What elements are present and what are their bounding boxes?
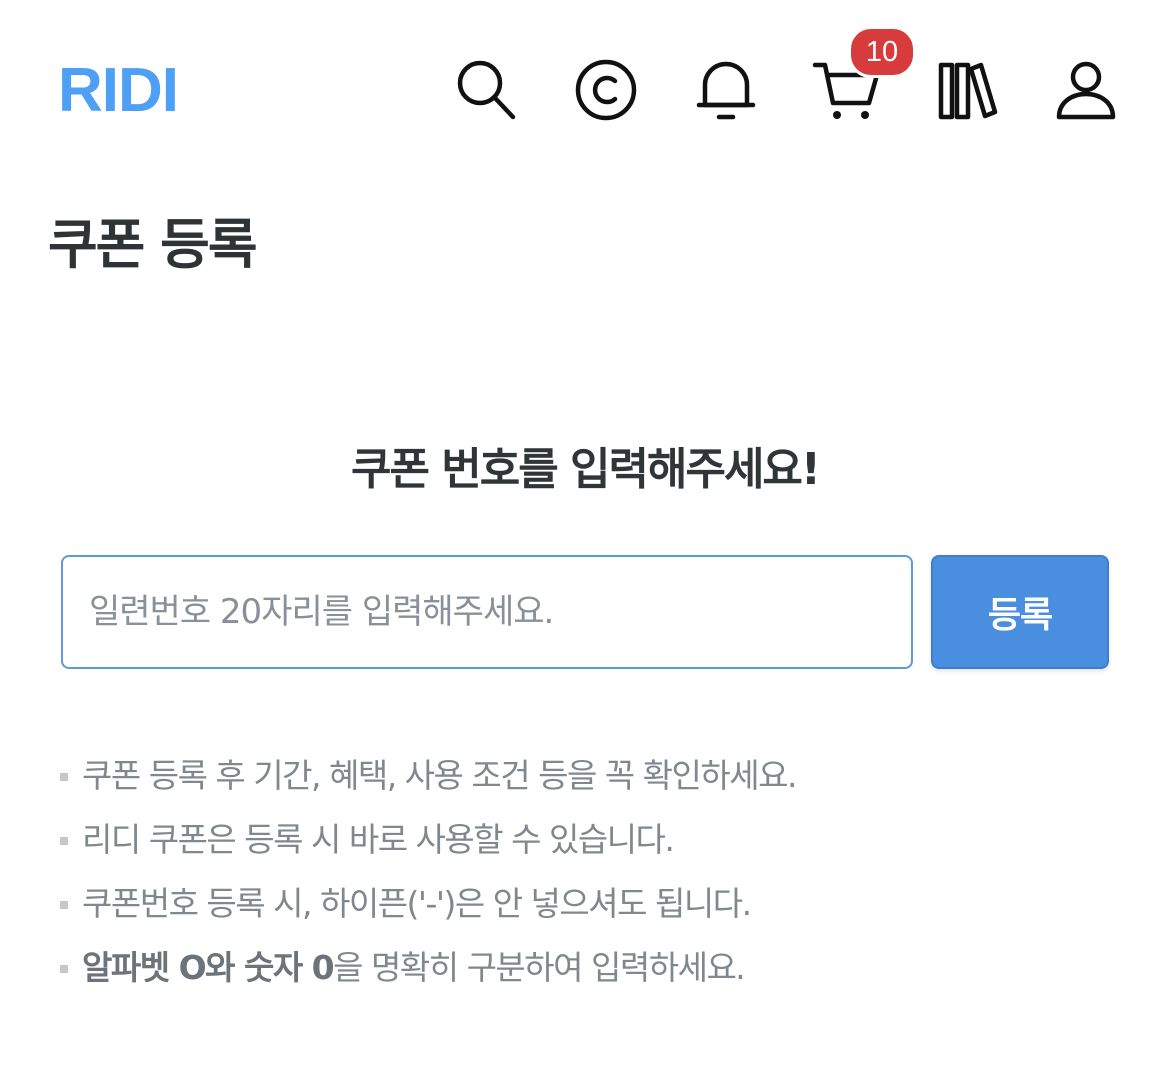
my-account-button[interactable] <box>1048 52 1124 128</box>
note-emphasis: 알파벳 O와 숫자 0 <box>82 948 335 987</box>
library-button[interactable] <box>928 52 1004 128</box>
coupon-notes-list: 쿠폰 등록 후 기간, 혜택, 사용 조건 등을 꼭 확인하세요. 리디 쿠폰은… <box>60 746 1140 1002</box>
user-icon <box>1056 61 1116 120</box>
note-item: 쿠폰 등록 후 기간, 혜택, 사용 조건 등을 꼭 확인하세요. <box>60 746 1140 810</box>
register-button[interactable]: 등록 <box>931 555 1109 669</box>
notification-button[interactable] <box>688 52 764 128</box>
note-text: 쿠폰번호 등록 시, 하이픈('-')은 안 넣으셔도 됩니다. <box>82 884 752 923</box>
note-text: 을 명확히 구분하여 입력하세요. <box>333 948 746 987</box>
note-text: 쿠폰 등록 후 기간, 혜택, 사용 조건 등을 꼭 확인하세요. <box>82 756 797 795</box>
search-button[interactable] <box>448 52 524 128</box>
library-icon <box>938 62 998 120</box>
cash-button[interactable] <box>568 52 644 128</box>
page-title: 쿠폰 등록 <box>48 213 258 276</box>
bullet-icon <box>60 965 68 973</box>
search-icon <box>457 60 516 120</box>
bullet-icon <box>60 837 68 845</box>
coupon-heading: 쿠폰 번호를 입력해주세요! <box>351 444 821 495</box>
ridi-logo[interactable]: RIDI <box>58 56 179 126</box>
coupon-number-input[interactable] <box>61 555 913 669</box>
cash-icon <box>575 59 637 121</box>
note-item: 쿠폰번호 등록 시, 하이픈('-')은 안 넣으셔도 됩니다. <box>60 874 1140 938</box>
note-text: 리디 쿠폰은 등록 시 바로 사용할 수 있습니다. <box>82 820 675 859</box>
top-header: RIDI 10 <box>0 0 1170 180</box>
cart-count-badge: 10 <box>848 26 916 78</box>
bullet-icon <box>60 773 68 781</box>
bell-icon <box>696 61 756 120</box>
note-item: 리디 쿠폰은 등록 시 바로 사용할 수 있습니다. <box>60 810 1140 874</box>
note-item: 알파벳 O와 숫자 0을 명확히 구분하여 입력하세요. <box>60 938 1140 1002</box>
bullet-icon <box>60 901 68 909</box>
